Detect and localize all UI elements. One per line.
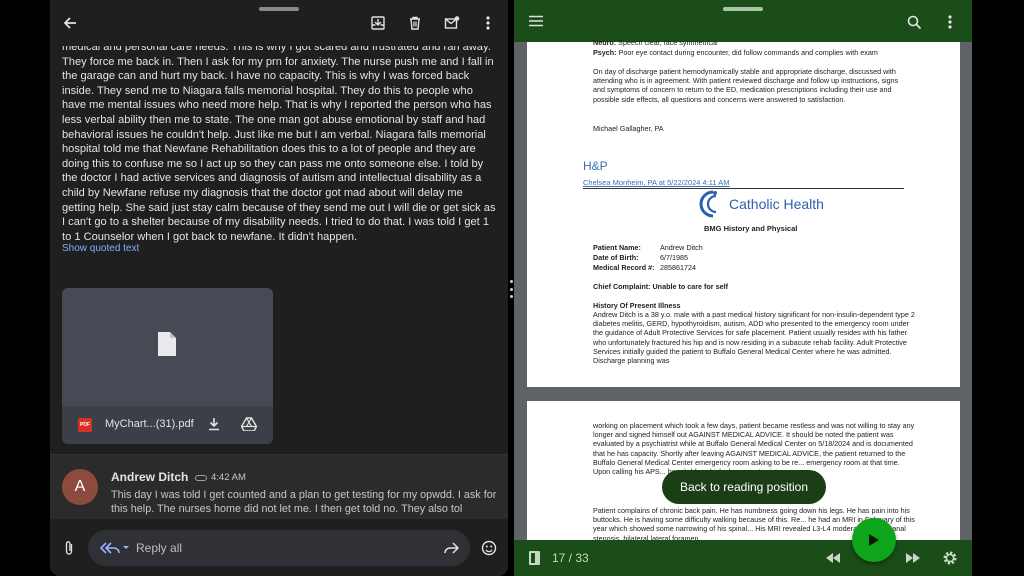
message-preview: This day I was told I get counted and a …	[111, 489, 497, 515]
window-drag-handle[interactable]	[259, 7, 299, 11]
download-icon[interactable]	[206, 416, 222, 432]
page-thumbnails-icon[interactable]	[526, 549, 542, 567]
catholic-health-logo-icon	[699, 190, 717, 218]
more-vert-icon[interactable]	[940, 12, 960, 32]
screen: medical and personal care needs. This is…	[0, 0, 1024, 576]
dob-label: Date of Birth:	[593, 253, 639, 262]
signer-name: Michael Gallagher, PA	[593, 124, 664, 133]
logo-text: Catholic Health	[729, 196, 824, 212]
hp-section-title: H&P	[583, 159, 608, 173]
rewind-icon[interactable]	[824, 550, 842, 566]
dob-value: 6/7/1985	[660, 253, 688, 262]
patient-name-label: Patient Name:	[593, 243, 641, 252]
email-pane: medical and personal care needs. This is…	[50, 0, 508, 576]
reply-all-mode-icon[interactable]	[96, 540, 132, 556]
mrn-label: Medical Record #:	[593, 263, 655, 272]
page-indicator: 17 / 33	[552, 551, 589, 565]
attachment-footer: PDF MyChart...(31).pdf	[62, 406, 273, 444]
neuro-text: Speech clear, face symmetrical	[618, 38, 718, 47]
file-icon	[156, 331, 178, 362]
forward-icon[interactable]	[442, 540, 460, 556]
more-vert-icon[interactable]	[478, 13, 498, 33]
psych-line: Psych: Poor eye contact during encounter…	[593, 48, 923, 57]
viewer-toolbar	[514, 0, 972, 42]
chief-complaint: Chief Complaint: Unable to care for self	[593, 282, 728, 291]
hpi-title: History Of Present Illness	[593, 301, 681, 310]
discharge-paragraph: On day of discharge patient hemodynamica…	[593, 67, 899, 104]
split-screen-divider-handle[interactable]	[509, 280, 513, 298]
form-title: BMG History and Physical	[704, 224, 798, 233]
neuro-line: Neuro: Speech clear, face symmetrical	[593, 38, 913, 47]
play-icon	[869, 534, 879, 546]
page2-paragraph: working on placement which took a few da…	[593, 421, 915, 477]
avatar[interactable]: A	[62, 469, 98, 505]
document-page: Neuro: Speech clear, face symmetrical Ps…	[527, 38, 960, 387]
reply-bar: Reply all	[50, 520, 508, 576]
psych-text: Poor eye contact during encounter, did f…	[618, 48, 878, 57]
play-tts-button[interactable]	[852, 518, 896, 562]
emoji-icon[interactable]	[479, 538, 499, 558]
mrn-value: 285861724	[660, 263, 696, 272]
attach-icon[interactable]	[60, 538, 78, 558]
attachment-filename: MyChart...(31).pdf	[105, 418, 194, 430]
fast-forward-icon[interactable]	[904, 550, 922, 566]
viewer-bottom-bar: 17 / 33	[514, 540, 972, 576]
archive-icon[interactable]	[368, 13, 388, 33]
menu-icon[interactable]	[526, 12, 546, 30]
pdf-attachment-card[interactable]: PDF MyChart...(31).pdf	[62, 288, 273, 444]
pdf-icon: PDF	[78, 418, 92, 432]
reply-all-label: Reply all	[136, 541, 183, 555]
back-to-reading-position-button[interactable]: Back to reading position	[662, 470, 826, 504]
sender-name: Andrew Ditch	[111, 470, 189, 484]
trash-icon[interactable]	[405, 13, 425, 33]
mark-unread-icon[interactable]	[442, 13, 462, 33]
show-quoted-text-link[interactable]: Show quoted text	[62, 243, 139, 254]
settings-gear-icon[interactable]	[941, 549, 959, 567]
message-time: 4:42 AM	[211, 472, 246, 483]
pdf-viewer-pane: Neuro: Speech clear, face symmetrical Ps…	[514, 0, 972, 576]
neuro-label: Neuro:	[593, 38, 617, 47]
attachment-badge-icon	[195, 475, 207, 481]
patient-name-value: Andrew Ditch	[660, 243, 703, 252]
back-arrow-icon[interactable]	[60, 13, 80, 33]
email-body-text: medical and personal care needs. This is…	[62, 41, 496, 243]
catholic-health-logo: Catholic Health	[699, 188, 824, 220]
search-icon[interactable]	[904, 12, 924, 32]
collapsed-message[interactable]: A Andrew Ditch 4:42 AM This day I was to…	[50, 455, 508, 519]
psych-label: Psych:	[593, 48, 617, 57]
drive-icon[interactable]	[240, 416, 258, 432]
hp-author-link[interactable]: Chelsea Monheim, PA at 5/22/2024 4:11 AM	[583, 178, 729, 187]
window-drag-handle[interactable]	[723, 7, 763, 11]
hpi-paragraph: Andrew Ditch is a 38 y.o. male with a pa…	[593, 310, 915, 366]
email-toolbar	[50, 0, 508, 46]
reply-all-field[interactable]: Reply all	[88, 530, 470, 566]
